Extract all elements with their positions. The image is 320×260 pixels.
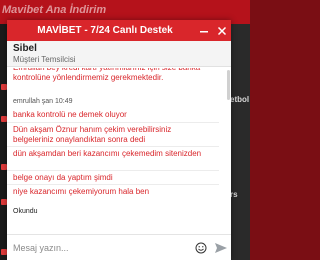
minimize-button[interactable] <box>195 20 213 41</box>
chat-message: Dün akşam Öznur hanım çekim verebilirsin… <box>7 122 219 147</box>
agent-role: Müşteri Temsilcisi <box>13 55 76 64</box>
background-side-label: rs <box>230 190 238 199</box>
chat-title: MAVİBET - 7/24 Canlı Destek <box>37 25 173 36</box>
chat-message: banka kontrolü ne demek oluyor <box>13 110 127 119</box>
chat-widget: MAVİBET - 7/24 Canlı Destek Sibel Müşter… <box>7 20 231 260</box>
message-list[interactable]: Emrullah bey kredi kartı yatırımlarınız … <box>7 68 231 230</box>
chat-message: dün akşamdan beri kazancımı çekemedim si… <box>7 146 219 161</box>
message-input[interactable] <box>7 236 191 259</box>
emoji-icon <box>195 242 207 253</box>
close-icon <box>217 26 227 35</box>
emoji-button[interactable] <box>191 237 211 259</box>
background-side-label: etbol <box>230 95 250 104</box>
send-icon <box>215 242 227 253</box>
chat-message: belge onayı da yaptım şimdi <box>7 170 219 185</box>
agent-name: Sibel <box>13 43 37 54</box>
read-status: Okundu <box>13 208 38 215</box>
previous-message: Emrullah bey kredi kartı yatırımlarınız … <box>13 68 200 82</box>
message-composer <box>7 234 231 260</box>
scrollbar[interactable] <box>227 70 230 100</box>
minimize-icon <box>200 30 208 32</box>
background-topbar-text: Mavibet Ana İndirim <box>2 4 107 16</box>
agent-info: Sibel Müşteri Temsilcisi <box>7 41 231 67</box>
chat-header: MAVİBET - 7/24 Canlı Destek <box>7 20 231 41</box>
close-button[interactable] <box>213 20 231 41</box>
chat-message: niye kazancımı çekemiyorum hala ben <box>7 184 219 199</box>
message-sender-time: emrullah şan 10:49 <box>13 98 73 105</box>
send-button[interactable] <box>211 237 231 259</box>
